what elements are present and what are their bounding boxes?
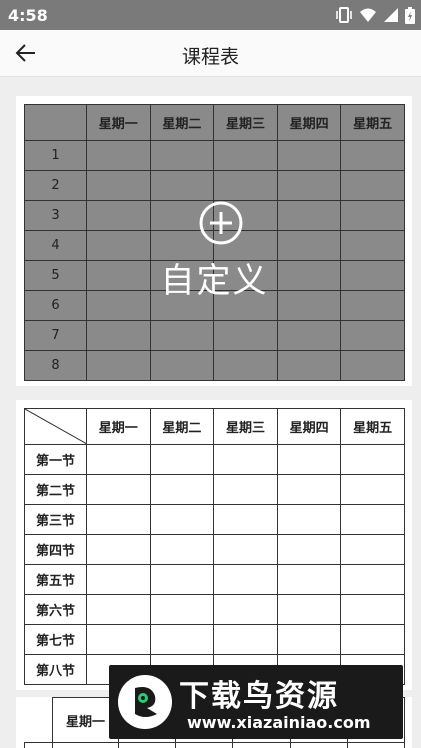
period-label: 第三节	[24, 504, 87, 535]
template-list: 星期一 星期二 星期三 星期四 星期五 1 2 3 4 5 6 7 8 自定义	[0, 77, 421, 748]
day-header: 星期三	[213, 408, 278, 445]
day-header: 星期二	[149, 408, 215, 445]
add-custom-button[interactable]	[199, 201, 243, 245]
period-label: 第四节	[24, 534, 87, 565]
day-header: 星期四	[276, 408, 342, 445]
period-label: 第一节	[24, 444, 87, 475]
row-label: 7	[24, 320, 87, 351]
custom-template-card[interactable]: 星期一 星期二 星期三 星期四 星期五 1 2 3 4 5 6 7 8 自定义	[16, 96, 412, 386]
row-label: 2	[24, 170, 87, 201]
page-title: 课程表	[181, 46, 239, 68]
row-label: 8	[24, 350, 87, 381]
day-header: 星期四	[276, 104, 342, 141]
day-header: 星期一	[86, 408, 151, 445]
period-label: 第六节	[24, 594, 87, 625]
vibrate-icon	[336, 7, 352, 23]
day-header: 星期三	[213, 104, 278, 141]
watermark-url: www.xiazainiao.com	[187, 713, 371, 732]
standard-template-grid: 星期一 星期二 星期三 星期四 星期五 第一节 第二节 第三节 第四节 第五节 …	[24, 408, 405, 685]
plus-circle-icon	[199, 201, 243, 245]
bird-logo-icon	[118, 675, 172, 729]
row-label: 5	[24, 260, 87, 291]
period-label: 第八节	[24, 654, 87, 685]
wifi-icon	[360, 8, 376, 22]
status-icons	[335, 6, 415, 24]
watermark-title: 下载鸟资源	[179, 679, 339, 714]
day-header: 星期二	[149, 104, 215, 141]
row-label: 4	[24, 230, 87, 261]
period-label: 第五节	[24, 564, 87, 595]
status-bar: 4:58	[0, 0, 421, 30]
diagonal-corner-cell	[24, 408, 87, 445]
signal-icon	[384, 8, 398, 22]
row-label: 3	[24, 200, 87, 231]
standard-template-card[interactable]: 星期一 星期二 星期三 星期四 星期五 第一节 第二节 第三节 第四节 第五节 …	[16, 400, 412, 690]
row-label: 6	[24, 290, 87, 321]
day-header: 星期一	[86, 104, 151, 141]
row-label: 1	[24, 140, 87, 171]
day-header: 星期五	[340, 104, 405, 141]
period-label: 第七节	[24, 624, 87, 655]
app-bar: 课程表	[0, 30, 421, 77]
battery-icon	[405, 6, 415, 24]
corner-cell	[24, 104, 87, 141]
watermark-banner: 下载鸟资源 www.xiazainiao.com	[109, 665, 403, 739]
period-label: 第二节	[24, 474, 87, 505]
status-time: 4:58	[8, 6, 48, 25]
day-header: 星期五	[340, 408, 405, 445]
